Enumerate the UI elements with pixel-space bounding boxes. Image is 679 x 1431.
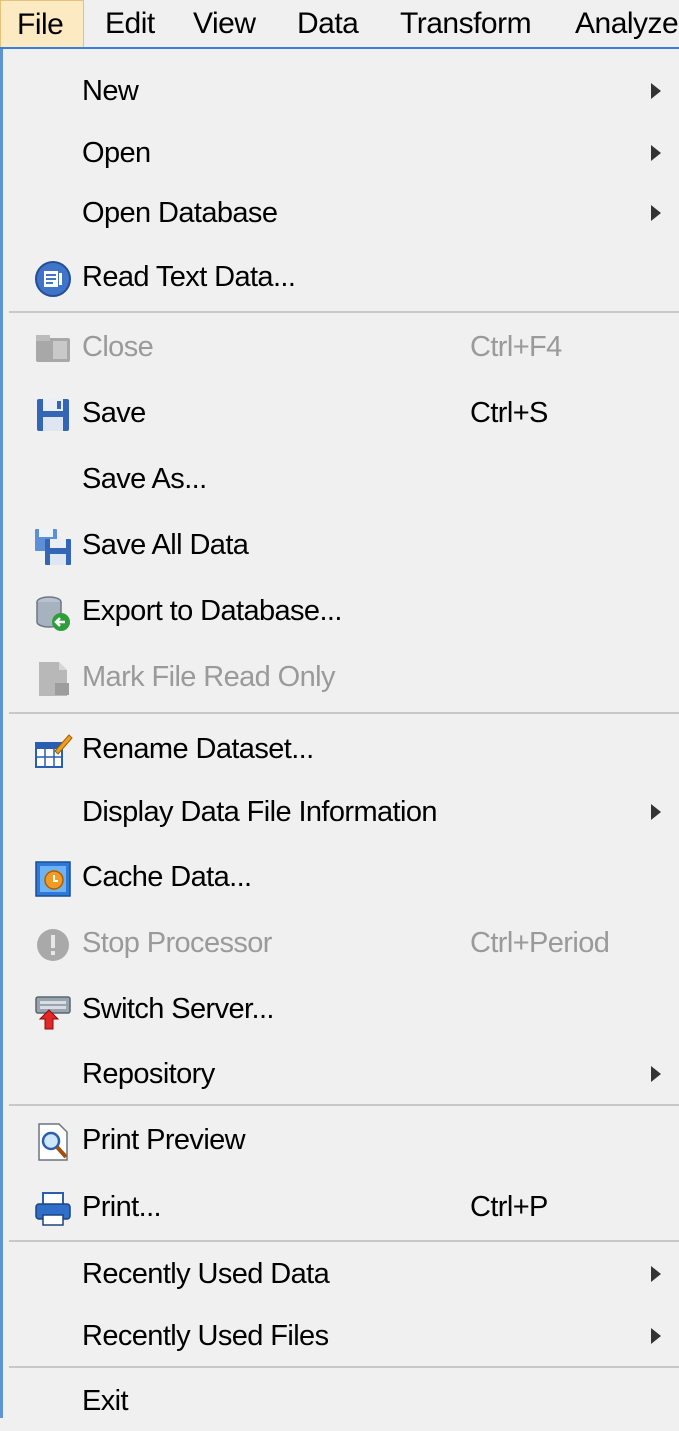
menu-separator (9, 1240, 679, 1242)
menu-item-label: Rename Dataset... (82, 733, 314, 765)
menu-item-switch-server[interactable]: Switch Server... (3, 979, 679, 1039)
menu-bar: File Edit View Data Transform Analyze (0, 0, 679, 49)
print-preview-icon (33, 1122, 73, 1162)
export-database-icon (33, 593, 73, 633)
menu-item-label: Open (82, 137, 151, 169)
menu-item-label: Save All Data (82, 529, 249, 561)
menu-item-label: Switch Server... (82, 993, 274, 1025)
menu-item-save-all-data[interactable]: Save All Data (3, 515, 679, 575)
menu-item-close[interactable]: Close Ctrl+F4 (3, 317, 679, 377)
menu-item-label: Print... (82, 1191, 162, 1223)
save-all-icon (33, 527, 73, 567)
menu-separator (9, 311, 679, 313)
cache-data-icon (33, 859, 73, 899)
menu-item-label: Close (82, 331, 154, 363)
read-text-data-icon (33, 259, 73, 299)
submenu-arrow-icon (651, 83, 661, 99)
menu-item-label: Repository (82, 1058, 215, 1090)
menu-separator (9, 712, 679, 714)
menu-item-recently-used-data[interactable]: Recently Used Data (3, 1244, 679, 1304)
menu-view[interactable]: View (193, 0, 256, 47)
menu-item-label: Mark File Read Only (82, 661, 336, 693)
menu-item-new[interactable]: New (3, 61, 679, 121)
menu-item-export-to-database[interactable]: Export to Database... (3, 581, 679, 641)
menu-item-label: Export to Database... (82, 595, 342, 627)
save-icon (33, 395, 73, 435)
submenu-arrow-icon (651, 205, 661, 221)
submenu-arrow-icon (651, 1066, 661, 1082)
menu-item-print-preview[interactable]: Print Preview (3, 1110, 679, 1170)
menu-separator (9, 1104, 679, 1106)
menu-item-save-as[interactable]: Save As... (3, 449, 679, 509)
menu-item-label: Stop Processor (82, 927, 272, 959)
menu-data[interactable]: Data (297, 0, 359, 47)
close-file-icon (33, 329, 73, 369)
menu-item-label: Print Preview (82, 1124, 246, 1156)
menu-edit[interactable]: Edit (105, 0, 155, 47)
menu-file[interactable]: File (0, 0, 84, 47)
submenu-arrow-icon (651, 145, 661, 161)
submenu-arrow-icon (651, 1266, 661, 1282)
menu-item-shortcut: Ctrl+Period (470, 927, 610, 959)
menu-analyze[interactable]: Analyze (575, 0, 679, 47)
menu-item-stop-processor[interactable]: Stop Processor Ctrl+Period (3, 913, 679, 973)
menu-item-cache-data[interactable]: Cache Data... (3, 847, 679, 907)
menu-item-save[interactable]: Save Ctrl+S (3, 383, 679, 443)
menu-item-mark-file-read-only[interactable]: Mark File Read Only (3, 647, 679, 707)
menu-item-open[interactable]: Open (3, 123, 679, 183)
menu-item-read-text-data[interactable]: Read Text Data... (3, 247, 679, 307)
rename-dataset-icon (33, 731, 73, 771)
menu-item-label: New (82, 75, 139, 107)
menu-item-label: Cache Data... (82, 861, 252, 893)
menu-item-label: Display Data File Information (82, 796, 438, 828)
read-only-icon (33, 659, 73, 699)
menu-item-shortcut: Ctrl+F4 (470, 331, 562, 363)
menu-item-recently-used-files[interactable]: Recently Used Files (3, 1306, 679, 1366)
switch-server-icon (33, 991, 73, 1031)
menu-item-label: Read Text Data... (82, 261, 296, 293)
menu-item-print[interactable]: Print... Ctrl+P (3, 1177, 679, 1237)
menu-item-open-database[interactable]: Open Database (3, 183, 679, 243)
submenu-arrow-icon (651, 804, 661, 820)
menu-item-label: Save As... (82, 463, 207, 495)
menu-item-label: Recently Used Data (82, 1258, 330, 1290)
file-menu-dropdown: New Open Open Database Read Text Data...… (0, 49, 679, 1418)
print-icon (33, 1189, 73, 1229)
menu-item-label: Save (82, 397, 146, 429)
menu-item-label: Open Database (82, 197, 278, 229)
menu-item-exit[interactable]: Exit (3, 1371, 679, 1431)
menu-item-repository[interactable]: Repository (3, 1044, 679, 1104)
menu-item-rename-dataset[interactable]: Rename Dataset... (3, 719, 679, 779)
menu-item-label: Recently Used Files (82, 1320, 329, 1352)
menu-item-display-data-file-information[interactable]: Display Data File Information (3, 782, 679, 842)
submenu-arrow-icon (651, 1328, 661, 1344)
menu-item-label: Exit (82, 1385, 129, 1417)
menu-item-shortcut: Ctrl+S (470, 397, 548, 429)
stop-processor-icon (33, 925, 73, 965)
menu-item-shortcut: Ctrl+P (470, 1191, 548, 1223)
menu-separator (9, 1366, 679, 1368)
menu-transform[interactable]: Transform (400, 0, 532, 47)
